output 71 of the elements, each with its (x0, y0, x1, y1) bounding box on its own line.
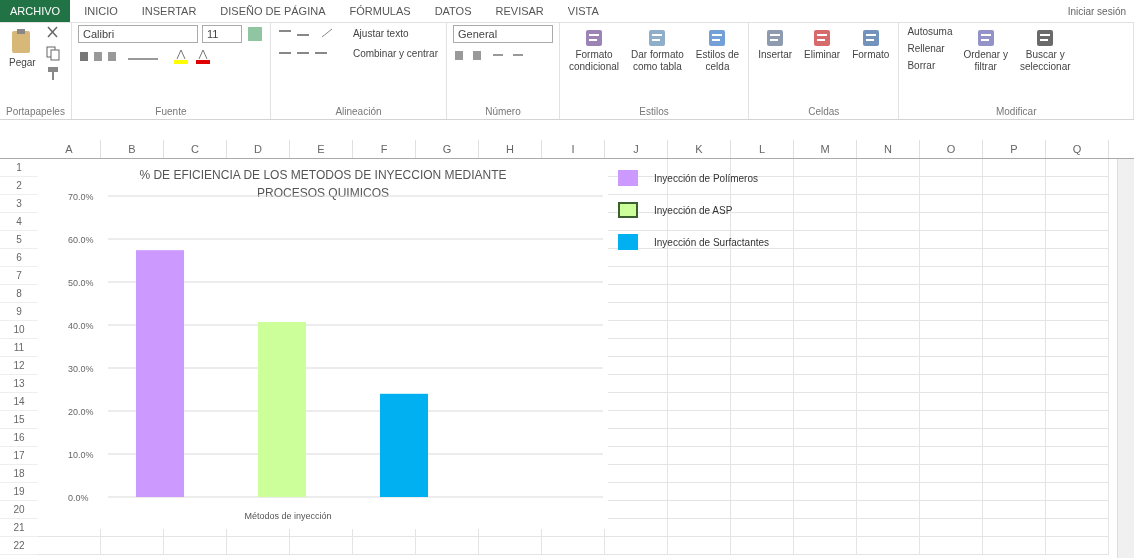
styles-icon (583, 27, 605, 49)
chart-title: PROCESOS QUIMICOS (257, 186, 389, 200)
column-header[interactable]: F (353, 140, 416, 158)
category-label: Métodos de inyección (244, 511, 332, 521)
ribbon-tab[interactable]: DATOS (424, 0, 482, 22)
group-label: Modificar (994, 106, 1038, 117)
copy-icon[interactable] (44, 45, 61, 61)
ribbon-tab[interactable]: DISEÑO DE PÁGINA (210, 0, 336, 22)
legend-label: Inyección de Surfactantes (654, 236, 770, 248)
legend-label: Inyección de Polímeros (654, 172, 758, 184)
axis-tick-label: 50.0% (68, 278, 94, 288)
styles-button[interactable]: Estilos de celda (692, 25, 743, 74)
font-name-field[interactable]: Calibri (77, 25, 198, 43)
axis-tick-label: 40.0% (68, 321, 94, 331)
group-label: Alineación (334, 106, 383, 117)
fill-color-icon[interactable] (245, 25, 264, 43)
editing-button[interactable]: Buscar y seleccionar (1016, 25, 1074, 74)
column-header[interactable]: O (920, 140, 983, 158)
column-header[interactable]: E (290, 140, 353, 158)
font-size-field[interactable]: 11 (201, 25, 242, 43)
column-header[interactable]: C (164, 140, 227, 158)
column-header[interactable]: M (794, 140, 857, 158)
column-header[interactable]: D (227, 140, 290, 158)
column-header[interactable]: N (857, 140, 920, 158)
paste-button[interactable]: Pegar (6, 25, 39, 71)
chart-title: % DE EFICIENCIA DE LOS METODOS DE INYECCION MEDIANTE (139, 168, 507, 182)
ribbon-tab[interactable]: VISTA (557, 0, 609, 22)
cells-button[interactable]: Eliminar (801, 25, 844, 63)
editing-button[interactable]: Ordenar y filtrar (960, 25, 1011, 74)
highlight-icon[interactable] (171, 47, 190, 65)
column-header[interactable]: K (668, 140, 731, 158)
column-header[interactable]: G (416, 140, 479, 158)
group-label: Fuente (154, 106, 188, 117)
ribbon-tab[interactable]: REVISAR (485, 0, 554, 22)
styles-button[interactable]: Dar formato como tabla (628, 25, 687, 74)
axis-tick-label: 60.0% (68, 235, 94, 245)
axis-tick-label: 20.0% (68, 407, 94, 417)
axis-tick-label: 70.0% (68, 192, 94, 202)
ribbon-tab[interactable]: INSERTAR (131, 0, 207, 22)
column-header[interactable]: I (542, 140, 605, 158)
group-label: Portapapeles (6, 106, 65, 117)
column-header[interactable]: P (983, 140, 1046, 158)
number-format-field[interactable]: General (452, 25, 553, 43)
ribbon-tab[interactable]: ARCHIVO (0, 0, 71, 22)
legend-label: Inyección de ASP (654, 204, 733, 216)
ribbon-tab[interactable]: INICIO (74, 0, 128, 22)
column-header[interactable]: J (605, 140, 668, 158)
axis-tick-label: 10.0% (68, 450, 94, 460)
editing-button[interactable]: Autosuma (905, 25, 955, 38)
row-header[interactable]: 22 (0, 537, 38, 555)
wrap-text-button[interactable]: Ajustar texto (350, 26, 411, 40)
column-header[interactable]: Q (1046, 140, 1109, 158)
column-header[interactable]: B (101, 140, 164, 158)
merge-center-button[interactable]: Combinar y centrar (350, 46, 440, 60)
group-label: Número (484, 106, 522, 117)
sign-in-link[interactable]: Iniciar sesión (1067, 5, 1126, 17)
editing-button[interactable]: Rellenar (905, 42, 955, 55)
editing-button[interactable]: Borrar (905, 59, 955, 72)
cells-button[interactable]: Insertar (755, 25, 796, 63)
font-color-icon[interactable] (193, 47, 212, 65)
group-label: Estilos (638, 106, 670, 117)
axis-tick-label: 0.0% (68, 493, 89, 503)
vertical-scrollbar[interactable] (1117, 159, 1134, 558)
column-header[interactable]: H (479, 140, 542, 158)
styles-button[interactable]: Formato condicional (565, 25, 622, 74)
group-label: Celdas (807, 106, 841, 117)
cells-button[interactable]: Formato (849, 25, 893, 63)
column-header[interactable]: L (731, 140, 794, 158)
axis-tick-label: 30.0% (68, 364, 94, 374)
ribbon-tab[interactable]: FÓRMULAS (339, 0, 421, 22)
column-header[interactable]: A (38, 140, 101, 158)
